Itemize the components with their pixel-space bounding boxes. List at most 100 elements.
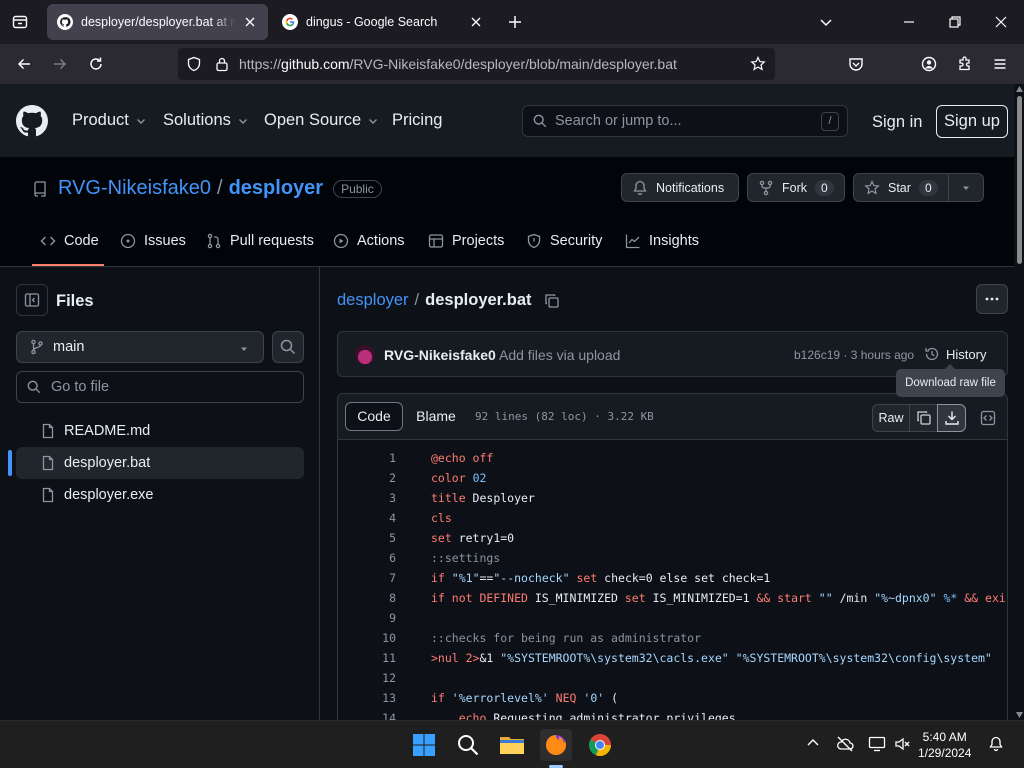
bookmark-star-icon[interactable] [750,56,766,72]
back-icon[interactable] [12,52,36,76]
line-number[interactable]: 1 [358,448,396,468]
line-number[interactable]: 4 [358,508,396,528]
monitor-icon[interactable] [868,736,886,752]
scroll-up-icon[interactable] [1016,86,1023,92]
nav-pricing[interactable]: Pricing [392,111,442,130]
extensions-icon[interactable] [953,52,977,76]
cloud-offline-icon[interactable] [836,736,854,752]
speaker-muted-icon[interactable] [894,736,910,752]
tab-insights[interactable]: Insights [625,233,699,249]
firefox-icon[interactable] [540,729,572,761]
browser-tab-bar: desployer/desployer.bat at main · RVG-Ni… [0,0,1024,44]
file-search-button[interactable] [272,331,304,363]
tab-code[interactable]: Code [40,233,99,249]
line-number[interactable]: 2 [358,468,396,488]
nav-product[interactable]: Product [72,111,147,130]
commit-sha-time[interactable]: b126c19 · 3 hours ago [794,348,914,362]
line-number[interactable]: 7 [358,568,396,588]
account-icon[interactable] [917,52,941,76]
avatar[interactable] [355,345,375,365]
menu-icon[interactable] [988,52,1012,76]
download-raw-button[interactable] [937,404,966,432]
line-number[interactable]: 3 [358,488,396,508]
collapse-sidebar-button[interactable] [16,284,48,316]
line-number[interactable]: 9 [358,608,396,628]
file-item-desployer-exe[interactable]: desployer.exe [16,479,304,511]
chevron-down-icon[interactable] [814,10,838,34]
nav-open-source[interactable]: Open Source [264,111,379,130]
file-explorer-icon[interactable] [496,729,528,761]
line-number[interactable]: 6 [358,548,396,568]
line-number[interactable]: 14 [358,708,396,720]
commit-message-link[interactable]: Add files via upload [499,347,620,363]
fork-button[interactable]: Fork 0 [747,173,845,202]
tab-issues[interactable]: Issues [120,233,186,249]
search-icon[interactable] [452,729,484,761]
raw-button[interactable]: Raw [872,404,910,432]
new-tab-icon[interactable] [503,10,527,34]
repo-owner-link[interactable]: RVG-Nikeisfake0 [58,177,211,200]
search-input[interactable]: Search or jump to... / [522,105,848,137]
copy-path-icon[interactable] [544,293,560,309]
pocket-icon[interactable] [844,52,868,76]
scrollbar-thumb[interactable] [1017,96,1022,264]
url-text[interactable]: https://github.com/RVG-Nikeisfake0/despl… [239,56,677,72]
line-number[interactable]: 8 [358,588,396,608]
symbols-icon [980,410,996,426]
blame-view-tab[interactable]: Blame [410,402,462,431]
nav-label: Open Source [264,111,362,129]
branch-selector[interactable]: main [16,331,264,363]
tab-list-icon[interactable] [8,10,32,34]
chevron-down-icon [238,118,247,124]
page-scrollbar[interactable] [1014,84,1024,720]
tab-github[interactable]: desployer/desployer.bat at main · RVG-Ni… [47,4,268,40]
tab-security[interactable]: Security [526,233,602,249]
restore-icon[interactable] [943,10,967,34]
minimize-icon[interactable] [897,10,921,34]
commit-author-link[interactable]: RVG-Nikeisfake0 [384,347,496,363]
windows-start-icon[interactable] [408,729,440,761]
line-number[interactable]: 13 [358,688,396,708]
star-dropdown-button[interactable] [948,173,984,202]
lock-icon[interactable] [214,56,230,72]
history-button[interactable]: History [924,346,986,362]
code-view-tab[interactable]: Code [345,402,403,431]
tab-actions[interactable]: Actions [333,233,405,249]
github-logo-icon[interactable] [16,105,48,137]
sign-up-button[interactable]: Sign up [936,105,1008,138]
scroll-down-icon[interactable] [1016,712,1023,718]
url-bar[interactable]: https://github.com/RVG-Nikeisfake0/despl… [178,48,775,80]
code-line: 14 echo Requesting administrator privile… [338,708,1007,720]
line-number[interactable]: 10 [358,628,396,648]
close-window-icon[interactable] [989,10,1013,34]
chevron-up-icon[interactable] [806,736,820,750]
sign-in-link[interactable]: Sign in [872,113,922,132]
reload-icon[interactable] [84,52,108,76]
fork-count: 0 [815,179,834,196]
repo-name-link[interactable]: desployer [229,177,323,200]
breadcrumb-repo-link[interactable]: desployer [337,291,409,310]
tab-pull-requests[interactable]: Pull requests [206,233,314,249]
go-to-file-input[interactable]: Go to file [16,371,304,403]
more-options-button[interactable] [976,284,1008,314]
line-number[interactable]: 11 [358,648,396,668]
tab-projects[interactable]: Projects [428,233,504,249]
close-tab-icon[interactable] [242,14,258,30]
line-number[interactable]: 12 [358,668,396,688]
notifications-button[interactable]: Notifications [621,173,739,202]
notification-bell-icon[interactable] [988,736,1004,752]
copy-raw-button[interactable] [909,404,938,432]
system-clock[interactable]: 5:40 AM 1/29/2024 [918,729,971,761]
url-host: github.com [281,56,350,72]
chrome-icon[interactable] [584,729,616,761]
file-item-desployer-bat[interactable]: desployer.bat [16,447,304,479]
shield-icon[interactable] [186,56,202,72]
close-tab-icon[interactable] [468,14,484,30]
tab-google[interactable]: dingus - Google Search [272,4,494,40]
nav-solutions[interactable]: Solutions [163,111,249,130]
forward-icon[interactable] [48,52,72,76]
line-number[interactable]: 5 [358,528,396,548]
star-button[interactable]: Star 0 [853,173,949,202]
symbols-button[interactable] [974,404,1002,432]
file-item-readme[interactable]: README.md [16,415,304,447]
